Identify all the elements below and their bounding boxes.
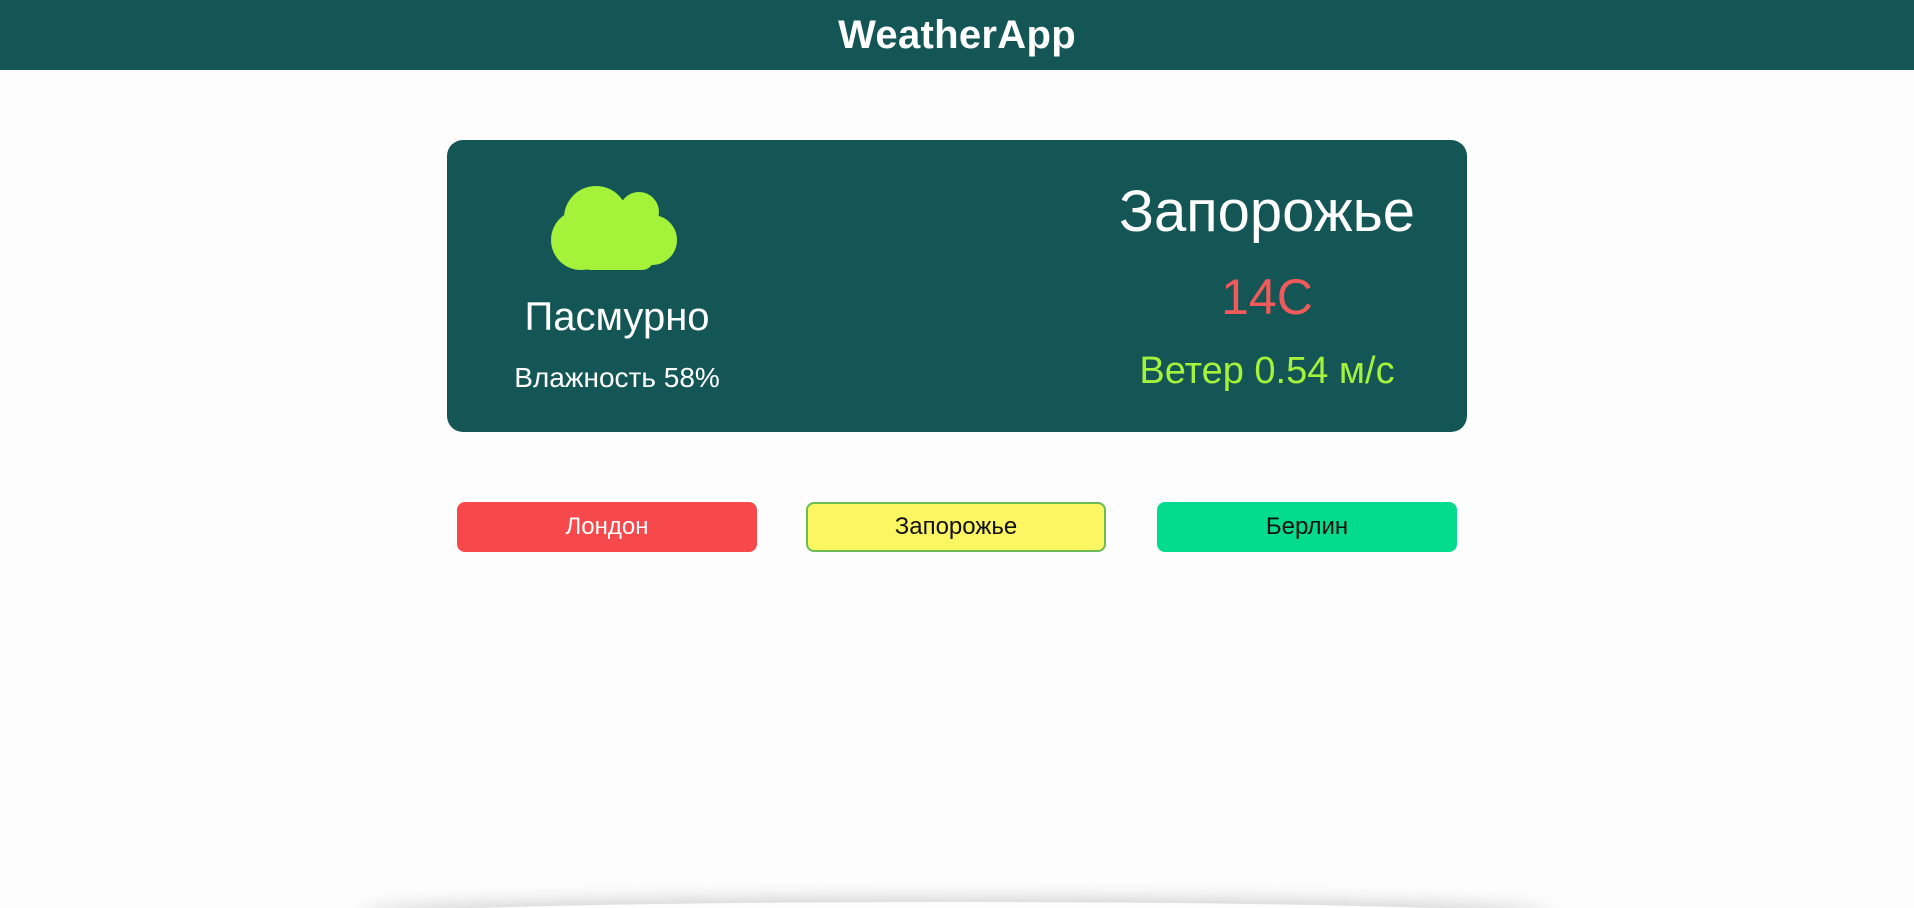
city-button-london[interactable]: Лондон [457,502,757,552]
city-button-zaporozhye[interactable]: Запорожье [806,502,1106,552]
humidity-value: Влажность 58% [514,362,720,393]
weather-card: Пасмурно Влажность 58% Запорожье 14C Вет… [447,140,1467,432]
city-button-berlin[interactable]: Берлин [1157,502,1457,552]
cloud-icon [551,186,677,270]
city-info-column: Запорожье 14C Ветер 0.54 м/с [1067,140,1467,432]
wind-speed: Ветер 0.54 м/с [1139,350,1395,392]
bottom-shadow [360,902,1550,908]
weather-app: WeatherApp Пасмурно Влажность 58% Запоро… [0,0,1914,908]
app-header: WeatherApp [0,0,1914,70]
temperature-value: 14C [1221,269,1313,325]
weather-condition: Пасмурно [524,295,710,339]
city-name: Запорожье [1118,179,1416,244]
app-title: WeatherApp [838,12,1076,57]
conditions-column: Пасмурно Влажность 58% [447,140,787,432]
